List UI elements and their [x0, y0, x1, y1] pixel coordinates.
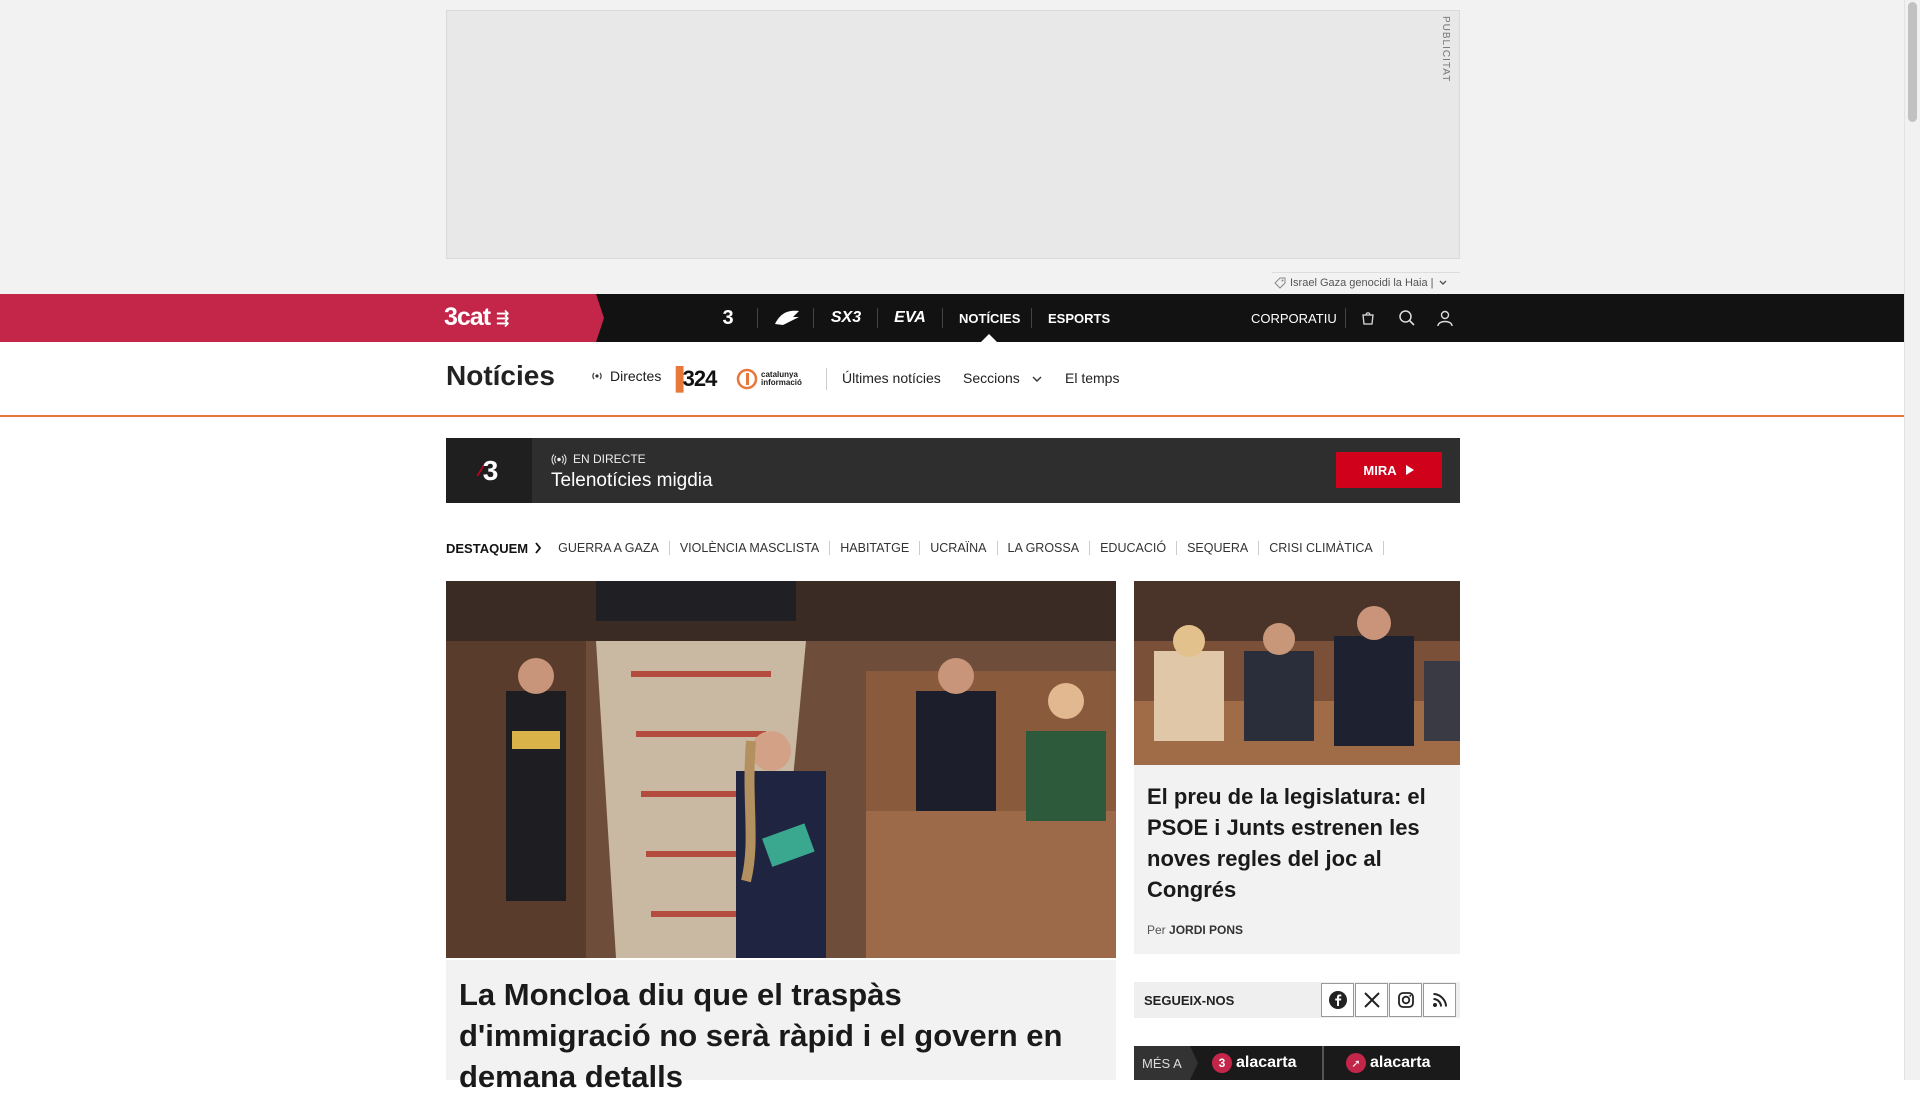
seccions-label: Seccions — [963, 370, 1020, 386]
side-story-byline: Per JORDI PONS — [1147, 923, 1243, 937]
side-story-card[interactable]: El preu de la legislatura: el PSOE i Jun… — [1134, 765, 1460, 954]
highlight-tag[interactable]: CRISI CLIMÀTICA — [1259, 541, 1384, 555]
ad-topics-text: Israel Gaza genocidi la Haia | — [1290, 276, 1434, 289]
el-temps-link[interactable]: El temps — [1065, 370, 1119, 386]
eva-logo[interactable]: EVA — [890, 294, 930, 342]
3cat-logo[interactable]: 3cat ⇶ — [444, 303, 509, 332]
324-logo-mark: ▐ — [668, 366, 684, 391]
ad-band: PUBLICITAT Israel Gaza genocidi la Haia … — [0, 0, 1904, 294]
nav-active-indicator — [981, 334, 997, 342]
nav-divider — [1345, 308, 1346, 328]
324-logo-text: 324 — [682, 366, 718, 391]
main-story-card[interactable]: La Moncloa diu que el traspàs d'immigrac… — [446, 960, 1116, 1094]
facebook-icon[interactable] — [1321, 983, 1354, 1017]
catalunya-informacio-icon — [736, 368, 758, 390]
seccions-dropdown[interactable]: Seccions — [963, 370, 1042, 386]
highlight-tag[interactable]: HABITATGE — [830, 541, 921, 555]
page-scrollbar[interactable] — [1904, 0, 1920, 1080]
324-logo[interactable]: ▐324 — [668, 366, 718, 392]
highlight-tag[interactable]: VIOLÈNCIA MASCLISTA — [670, 541, 831, 555]
side-story-headline[interactable]: El preu de la legislatura: el PSOE i Jun… — [1147, 781, 1447, 905]
alacarta-label: alacarta — [1370, 1054, 1431, 1071]
highlight-tag[interactable]: SEQUERA — [1177, 541, 1260, 555]
highlights-bar: DESTAQUEM GUERRA A GAZA VIOLÈNCIA MASCLI… — [446, 538, 1384, 558]
live-badge-text: EN DIRECTE — [573, 452, 646, 466]
highlights-label[interactable]: DESTAQUEM — [446, 541, 528, 556]
logo-text: 3cat — [444, 303, 491, 331]
byline-prefix: Per — [1147, 923, 1166, 937]
watch-live-label: MIRA — [1363, 462, 1397, 478]
live-program-title[interactable]: Telenotícies migdia — [551, 470, 713, 492]
catalunya-informacio-label: catalunya informació — [761, 370, 802, 387]
eva-label: EVA — [894, 309, 926, 326]
shop-icon[interactable] — [1356, 306, 1380, 330]
channel-3-badge-icon: 3 — [1212, 1053, 1232, 1073]
nav-divider — [942, 308, 943, 328]
mes-a-bar: MÉS A 3 alacarta ➚ alacarta — [1134, 1046, 1460, 1080]
main-story-photo — [446, 581, 1116, 958]
side-story-image[interactable] — [1134, 581, 1460, 765]
main-nav-bar: 3cat ⇶ 3 SX3 EVA NOTÍCIES ESPORTS CORPOR… — [0, 294, 1904, 342]
side-story-photo — [1134, 581, 1460, 765]
highlight-tag[interactable]: GUERRA A GAZA — [548, 541, 670, 555]
ad-label: PUBLICITAT — [1440, 16, 1451, 83]
chevron-down-icon[interactable] — [1438, 278, 1448, 288]
highlight-tag[interactable]: UCRAÏNA — [920, 541, 998, 555]
live-banner[interactable]: ⁄ 3 EN DIRECTE Telenotícies migdia MIRA — [446, 438, 1460, 503]
logo-band — [0, 294, 604, 342]
search-icon[interactable] — [1395, 306, 1419, 330]
live-broadcast-icon — [551, 453, 567, 465]
catradio-icon — [775, 310, 799, 325]
channel-3-live-logo: ⁄ 3 — [446, 438, 532, 503]
x-icon[interactable] — [1355, 983, 1388, 1017]
channel-3-logo[interactable]: 3 — [712, 294, 744, 342]
section-nav: Notícies Directes ▐324 catalunya informa… — [0, 342, 1904, 417]
nav-esports[interactable]: ESPORTS — [1048, 294, 1110, 342]
directes-label: Directes — [610, 368, 662, 384]
main-story-image[interactable] — [446, 581, 1116, 958]
nav-divider — [877, 308, 878, 328]
tag-icon — [1274, 277, 1286, 289]
main-story-headline[interactable]: La Moncloa diu que el traspàs d'immigrac… — [459, 974, 1099, 1097]
follow-us-label: SEGUEIX-NOS — [1144, 993, 1235, 1008]
byline-author[interactable]: JORDI PONS — [1169, 923, 1243, 937]
chevron-down-icon — [1032, 376, 1042, 382]
user-icon[interactable] — [1433, 306, 1457, 330]
nav-divider — [757, 308, 758, 328]
catradio-alacarta-logo[interactable]: ➚ alacarta — [1346, 1046, 1431, 1080]
nav-divider — [813, 308, 814, 328]
rss-icon[interactable] — [1423, 983, 1456, 1017]
page-title[interactable]: Notícies — [446, 360, 555, 392]
scrollbar-thumb[interactable] — [1908, 2, 1917, 122]
highlight-tag[interactable]: LA GROSSA — [998, 541, 1091, 555]
channel-3-label: 3 — [722, 306, 734, 329]
ad-slot[interactable] — [446, 10, 1460, 259]
mes-a-label: MÉS A — [1134, 1046, 1198, 1080]
nav-divider — [1031, 308, 1032, 328]
section-divider — [826, 368, 827, 390]
mes-a-divider — [1322, 1046, 1324, 1080]
chevron-right-icon — [535, 542, 542, 554]
highlight-tag[interactable]: EDUCACIÓ — [1090, 541, 1178, 555]
catalunya-informacio-logo[interactable]: catalunya informació — [736, 368, 809, 390]
nav-corporatiu[interactable]: CORPORATIU — [1251, 294, 1337, 342]
ad-topics-strip[interactable]: Israel Gaza genocidi la Haia | — [1272, 272, 1460, 292]
live-broadcast-icon — [592, 372, 602, 380]
3cat-alacarta-logo[interactable]: 3 alacarta — [1212, 1046, 1297, 1080]
sx3-label: SX3 — [830, 309, 862, 326]
alacarta-label: alacarta — [1236, 1054, 1297, 1071]
catradio-badge-icon: ➚ — [1346, 1053, 1366, 1073]
watch-live-button[interactable]: MIRA — [1336, 452, 1442, 488]
sx3-logo[interactable]: SX3 — [826, 294, 866, 342]
directes-link[interactable]: Directes — [590, 368, 661, 384]
play-icon — [1405, 465, 1414, 475]
instagram-icon[interactable] — [1389, 983, 1422, 1017]
live-badge: EN DIRECTE — [551, 452, 646, 466]
catradio-logo[interactable] — [770, 294, 804, 342]
ultimes-noticies-link[interactable]: Últimes notícies — [842, 370, 941, 386]
follow-us-bar: SEGUEIX-NOS — [1134, 982, 1460, 1018]
